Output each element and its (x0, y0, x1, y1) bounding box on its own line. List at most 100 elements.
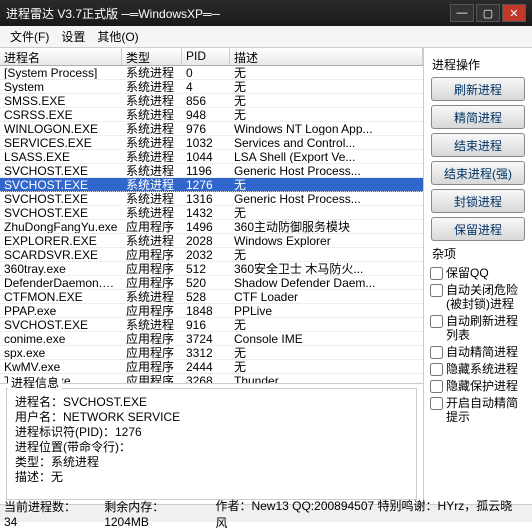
table-row[interactable]: SCARDSVR.EXE应用程序2032无 (0, 248, 423, 262)
table-row[interactable]: SVCHOST.EXE系统进程1316Generic Host Process.… (0, 192, 423, 206)
cell-name: CSRSS.EXE (0, 108, 122, 121)
chk-hide-sys[interactable]: 隐藏系统进程 (430, 362, 526, 376)
minimize-button[interactable]: — (450, 4, 474, 22)
table-row[interactable]: [System Process]系统进程0无 (0, 66, 423, 80)
chk-hide-sys-box[interactable] (430, 363, 443, 376)
col-desc[interactable]: 描述 (230, 48, 423, 65)
cell-name: LSASS.EXE (0, 150, 122, 163)
cell-type: 系统进程 (122, 150, 182, 163)
cell-name: SVCHOST.EXE (0, 318, 122, 331)
cell-pid: 1848 (182, 304, 230, 317)
chk-start-trim-box[interactable] (430, 397, 443, 410)
end-strong-button[interactable]: 结束进程(强) (431, 161, 525, 185)
table-row[interactable]: CTFMON.EXE系统进程528CTF Loader (0, 290, 423, 304)
cell-name: spx.exe (0, 346, 122, 359)
table-row[interactable]: SVCHOST.EXE系统进程916无 (0, 318, 423, 332)
status-mem: 剩余内存：1204MB (104, 498, 207, 529)
table-row[interactable]: SVCHOST.EXE系统进程1196Generic Host Process.… (0, 164, 423, 178)
menu-other[interactable]: 其他(O) (91, 26, 144, 47)
cell-desc: PPLive (230, 304, 423, 317)
cell-type: 应用程序 (122, 262, 182, 275)
info-legend: 进程信息 (8, 376, 62, 391)
cell-name: SVCHOST.EXE (0, 206, 122, 219)
cell-pid: 520 (182, 276, 230, 289)
cell-pid: 1032 (182, 136, 230, 149)
cell-pid: 512 (182, 262, 230, 275)
cell-pid: 916 (182, 318, 230, 331)
cell-desc: 无 (230, 66, 423, 79)
col-pid[interactable]: PID (182, 48, 230, 65)
cell-name: 360tray.exe (0, 262, 122, 275)
cell-type: 系统进程 (122, 136, 182, 149)
cell-desc: Thunder (230, 374, 423, 383)
table-row[interactable]: CSRSS.EXE系统进程948无 (0, 108, 423, 122)
cell-type: 系统进程 (122, 192, 182, 205)
cell-type: 应用程序 (122, 332, 182, 345)
cell-pid: 1044 (182, 150, 230, 163)
chk-hide-prot[interactable]: 隐藏保护进程 (430, 379, 526, 393)
cell-pid: 2032 (182, 248, 230, 261)
info-body: 进程名：SVCHOST.EXE 用户名：NETWORK SERVICE 进程标识… (6, 388, 417, 500)
chk-keep-qq[interactable]: 保留QQ (430, 266, 526, 280)
cell-type: 应用程序 (122, 374, 182, 383)
chk-auto-refresh[interactable]: 自动刷新进程列表 (430, 314, 526, 342)
table-row[interactable]: Thunder.exe应用程序3268Thunder (0, 374, 423, 383)
reserve-button[interactable]: 保留进程 (431, 217, 525, 241)
table-row[interactable]: SERVICES.EXE系统进程1032Services and Control… (0, 136, 423, 150)
table-row[interactable]: ZhuDongFangYu.exe应用程序1496360主动防御服务模块 (0, 220, 423, 234)
col-type[interactable]: 类型 (122, 48, 182, 65)
refresh-button[interactable]: 刷新进程 (431, 77, 525, 101)
cell-name: SCARDSVR.EXE (0, 248, 122, 261)
chk-start-trim[interactable]: 开启自动精简提示 (430, 396, 526, 424)
table-row[interactable]: SVCHOST.EXE系统进程1276无 (0, 178, 423, 192)
cell-desc: Services and Control... (230, 136, 423, 149)
chk-hide-prot-box[interactable] (430, 380, 443, 393)
cell-name: ZhuDongFangYu.exe (0, 220, 122, 233)
cell-desc: 无 (230, 206, 423, 219)
table-row[interactable]: KwMV.exe应用程序2444无 (0, 360, 423, 374)
cell-type: 应用程序 (122, 360, 182, 373)
cell-type: 系统进程 (122, 206, 182, 219)
cell-type: 应用程序 (122, 248, 182, 261)
table-row[interactable]: DefenderDaemon.exe应用程序520Shadow Defender… (0, 276, 423, 290)
menu-settings[interactable]: 设置 (55, 26, 91, 47)
chk-auto-refresh-box[interactable] (430, 315, 443, 328)
menu-bar: 文件(F) 设置 其他(O) (0, 26, 532, 48)
table-row[interactable]: WINLOGON.EXE系统进程976Windows NT Logon App.… (0, 122, 423, 136)
trim-button[interactable]: 精简进程 (431, 105, 525, 129)
chk-auto-trim-box[interactable] (430, 346, 443, 359)
cell-name: conime.exe (0, 332, 122, 345)
close-button[interactable]: ✕ (502, 4, 526, 22)
lock-button[interactable]: 封锁进程 (431, 189, 525, 213)
menu-file[interactable]: 文件(F) (4, 26, 55, 47)
cell-pid: 0 (182, 66, 230, 79)
maximize-button[interactable]: ▢ (476, 4, 500, 22)
cell-desc: 无 (230, 80, 423, 93)
cell-desc: 无 (230, 248, 423, 261)
cell-name: System (0, 80, 122, 93)
cell-desc: Windows Explorer (230, 234, 423, 247)
chk-auto-close-box[interactable] (430, 284, 443, 297)
table-row[interactable]: SMSS.EXE系统进程856无 (0, 94, 423, 108)
chk-keep-qq-box[interactable] (430, 267, 443, 280)
cell-name: SMSS.EXE (0, 94, 122, 107)
table-row[interactable]: SVCHOST.EXE系统进程1432无 (0, 206, 423, 220)
end-button[interactable]: 结束进程 (431, 133, 525, 157)
cell-pid: 1432 (182, 206, 230, 219)
table-body[interactable]: [System Process]系统进程0无System系统进程4无SMSS.E… (0, 66, 423, 383)
cell-name: SVCHOST.EXE (0, 192, 122, 205)
table-row[interactable]: PPAP.exe应用程序1848PPLive (0, 304, 423, 318)
status-author: 作者：New13 QQ:200894507 特别鸣谢：HYrz，孤云晓风 (215, 497, 520, 531)
table-row[interactable]: LSASS.EXE系统进程1044LSA Shell (Export Ve... (0, 150, 423, 164)
table-row[interactable]: EXPLORER.EXE系统进程2028Windows Explorer (0, 234, 423, 248)
table-row[interactable]: 360tray.exe应用程序512360安全卫士 木马防火... (0, 262, 423, 276)
chk-auto-trim[interactable]: 自动精简进程 (430, 345, 526, 359)
table-row[interactable]: System系统进程4无 (0, 80, 423, 94)
table-row[interactable]: conime.exe应用程序3724Console IME (0, 332, 423, 346)
chk-auto-close[interactable]: 自动关闭危险(被封锁)进程 (430, 283, 526, 311)
col-name[interactable]: 进程名 (0, 48, 122, 65)
cell-type: 系统进程 (122, 94, 182, 107)
cell-type: 系统进程 (122, 164, 182, 177)
cell-desc: Windows NT Logon App... (230, 122, 423, 135)
table-row[interactable]: spx.exe应用程序3312无 (0, 346, 423, 360)
